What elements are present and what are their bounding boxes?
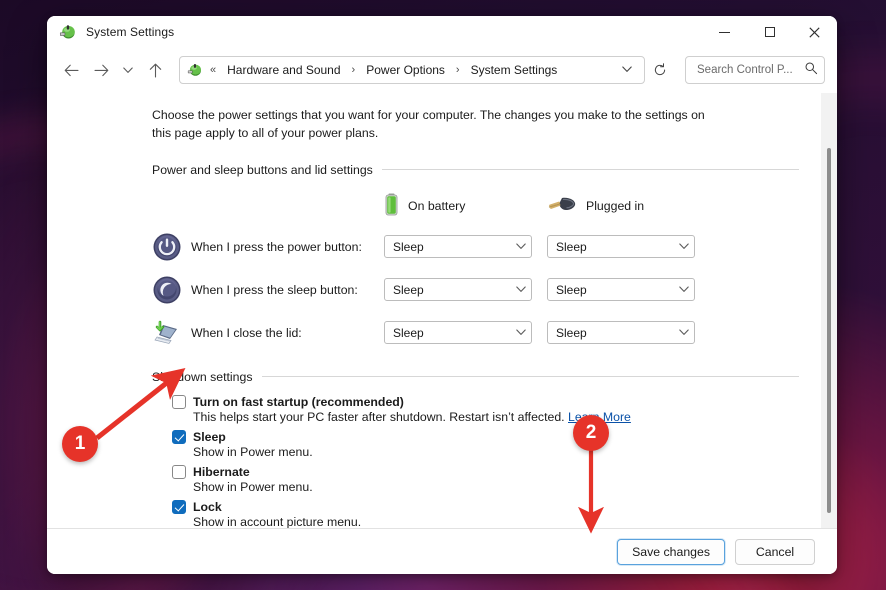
close-lid-on-battery-dropdown[interactable]: Sleep <box>384 321 532 345</box>
checkbox-description: Show in Power menu. <box>193 479 313 494</box>
lock-checkbox[interactable] <box>172 499 186 514</box>
group-header-rule <box>381 169 799 171</box>
refresh-icon[interactable] <box>647 58 673 82</box>
chevron-down-icon[interactable] <box>614 65 640 76</box>
close-button[interactable] <box>792 16 837 48</box>
column-headers: On battery Plugged in <box>384 193 799 220</box>
checkbox-label: Sleep <box>193 429 226 444</box>
checkbox-description: Show in account picture menu. <box>193 514 362 528</box>
breadcrumb-separator: › <box>351 64 356 76</box>
column-header-plugged-in: Plugged in <box>547 195 644 218</box>
settings-content: Choose the power settings that you want … <box>47 93 821 528</box>
breadcrumb-item-hardware-and-sound[interactable]: Hardware and Sound <box>223 61 344 79</box>
group-header-label: Shutdown settings <box>152 369 253 384</box>
setting-label: When I press the power button: <box>191 239 362 254</box>
forward-button[interactable] <box>87 56 115 84</box>
chevron-down-icon <box>516 328 526 338</box>
group-header-shutdown-settings: Shutdown settings <box>152 370 799 384</box>
checkbox-label: Hibernate <box>193 464 250 479</box>
chevron-down-icon <box>516 285 526 295</box>
checkbox-line[interactable]: Lock <box>172 499 799 514</box>
power-button-plugged-in-dropdown[interactable]: Sleep <box>547 235 695 259</box>
battery-icon <box>384 193 399 220</box>
dropdown-value: Sleep <box>556 325 587 340</box>
chevron-down-icon <box>679 328 689 338</box>
dropdown-value: Sleep <box>556 282 587 297</box>
title-bar[interactable]: System Settings <box>47 16 837 48</box>
address-bar[interactable]: « Hardware and Sound › Power Options › S… <box>179 56 645 84</box>
minimize-button[interactable] <box>702 16 747 48</box>
chevron-down-icon <box>679 285 689 295</box>
power-button-icon <box>152 232 182 262</box>
breadcrumb-overflow[interactable]: « <box>207 64 219 76</box>
breadcrumb-separator: › <box>455 64 460 76</box>
navigation-bar: « Hardware and Sound › Power Options › S… <box>47 48 837 92</box>
group-header-label: Power and sleep buttons and lid settings <box>152 162 373 177</box>
save-changes-button[interactable]: Save changes <box>617 538 725 565</box>
hibernate-checkbox[interactable] <box>172 464 186 479</box>
power-options-icon <box>187 62 203 78</box>
close-lid-plugged-in-dropdown[interactable]: Sleep <box>547 321 695 345</box>
window-title: System Settings <box>86 25 175 39</box>
title-bar-left: System Settings <box>47 23 174 41</box>
checkbox-item-fast-startup: Turn on fast startup (recommended) This … <box>152 394 799 424</box>
breadcrumb-item-power-options[interactable]: Power Options <box>362 61 449 79</box>
group-header-power-and-sleep: Power and sleep buttons and lid settings <box>152 163 799 177</box>
checkbox-line[interactable]: Hibernate <box>172 464 799 479</box>
checkbox-label: Lock <box>193 499 222 514</box>
learn-more-link[interactable]: Learn More <box>568 410 631 424</box>
dropdown-value: Sleep <box>556 239 587 254</box>
dropdown-value: Sleep <box>393 325 424 340</box>
system-settings-window: System Settings « Hardware and Sound › P… <box>47 16 837 574</box>
cancel-button[interactable]: Cancel <box>735 538 815 565</box>
breadcrumb-item-system-settings[interactable]: System Settings <box>467 61 562 79</box>
setting-label: When I close the lid: <box>191 325 302 340</box>
search-box[interactable] <box>685 56 825 84</box>
chevron-down-icon <box>516 242 526 252</box>
sleep-button-on-battery-dropdown[interactable]: Sleep <box>384 278 532 302</box>
checkbox-item-lock: Lock Show in account picture menu. <box>152 499 799 528</box>
caption-buttons <box>702 16 837 48</box>
up-button[interactable] <box>141 56 169 84</box>
chevron-down-icon <box>679 242 689 252</box>
setting-row-power-button: When I press the power button: Sleep Sle… <box>152 232 799 262</box>
search-icon[interactable] <box>804 61 818 80</box>
setting-label: When I press the sleep button: <box>191 282 358 297</box>
setting-row-close-lid: When I close the lid: Sleep Sleep <box>152 318 799 348</box>
scrollbar-thumb[interactable] <box>827 148 831 513</box>
power-button-on-battery-dropdown[interactable]: Sleep <box>384 235 532 259</box>
power-plug-icon <box>547 195 577 218</box>
maximize-button[interactable] <box>747 16 792 48</box>
sleep-button-plugged-in-dropdown[interactable]: Sleep <box>547 278 695 302</box>
checkbox-description: This helps start your PC faster after sh… <box>193 410 799 424</box>
checkbox-line[interactable]: Turn on fast startup (recommended) <box>172 394 799 409</box>
recent-locations-button[interactable] <box>117 56 139 84</box>
checkbox-line[interactable]: Sleep <box>172 429 799 444</box>
checkbox-label: Turn on fast startup (recommended) <box>193 394 404 409</box>
column-header-label: Plugged in <box>586 199 645 214</box>
vertical-scrollbar[interactable] <box>821 93 837 528</box>
column-header-label: On battery <box>408 199 466 214</box>
laptop-lid-icon <box>152 318 182 348</box>
checkbox-description-text: This helps start your PC faster after sh… <box>193 409 568 424</box>
sleep-button-icon <box>152 275 182 305</box>
fast-startup-checkbox[interactable] <box>172 394 186 409</box>
intro-text: Choose the power settings that you want … <box>152 108 705 140</box>
search-input[interactable] <box>695 63 804 77</box>
checkbox-description: Show in Power menu. <box>193 444 313 459</box>
dropdown-value: Sleep <box>393 282 424 297</box>
group-header-rule <box>261 376 799 378</box>
sleep-checkbox[interactable] <box>172 429 186 444</box>
column-header-on-battery: On battery <box>384 193 547 220</box>
content-area: Choose the power settings that you want … <box>47 92 837 528</box>
dropdown-value: Sleep <box>393 239 424 254</box>
checkbox-item-sleep: Sleep Show in Power menu. <box>152 429 799 459</box>
dialog-footer: Save changes Cancel <box>47 528 837 574</box>
checkbox-item-hibernate: Hibernate Show in Power menu. <box>152 464 799 494</box>
power-options-icon <box>59 23 77 41</box>
setting-row-sleep-button: When I press the sleep button: Sleep Sle… <box>152 275 799 305</box>
back-button[interactable] <box>57 56 85 84</box>
